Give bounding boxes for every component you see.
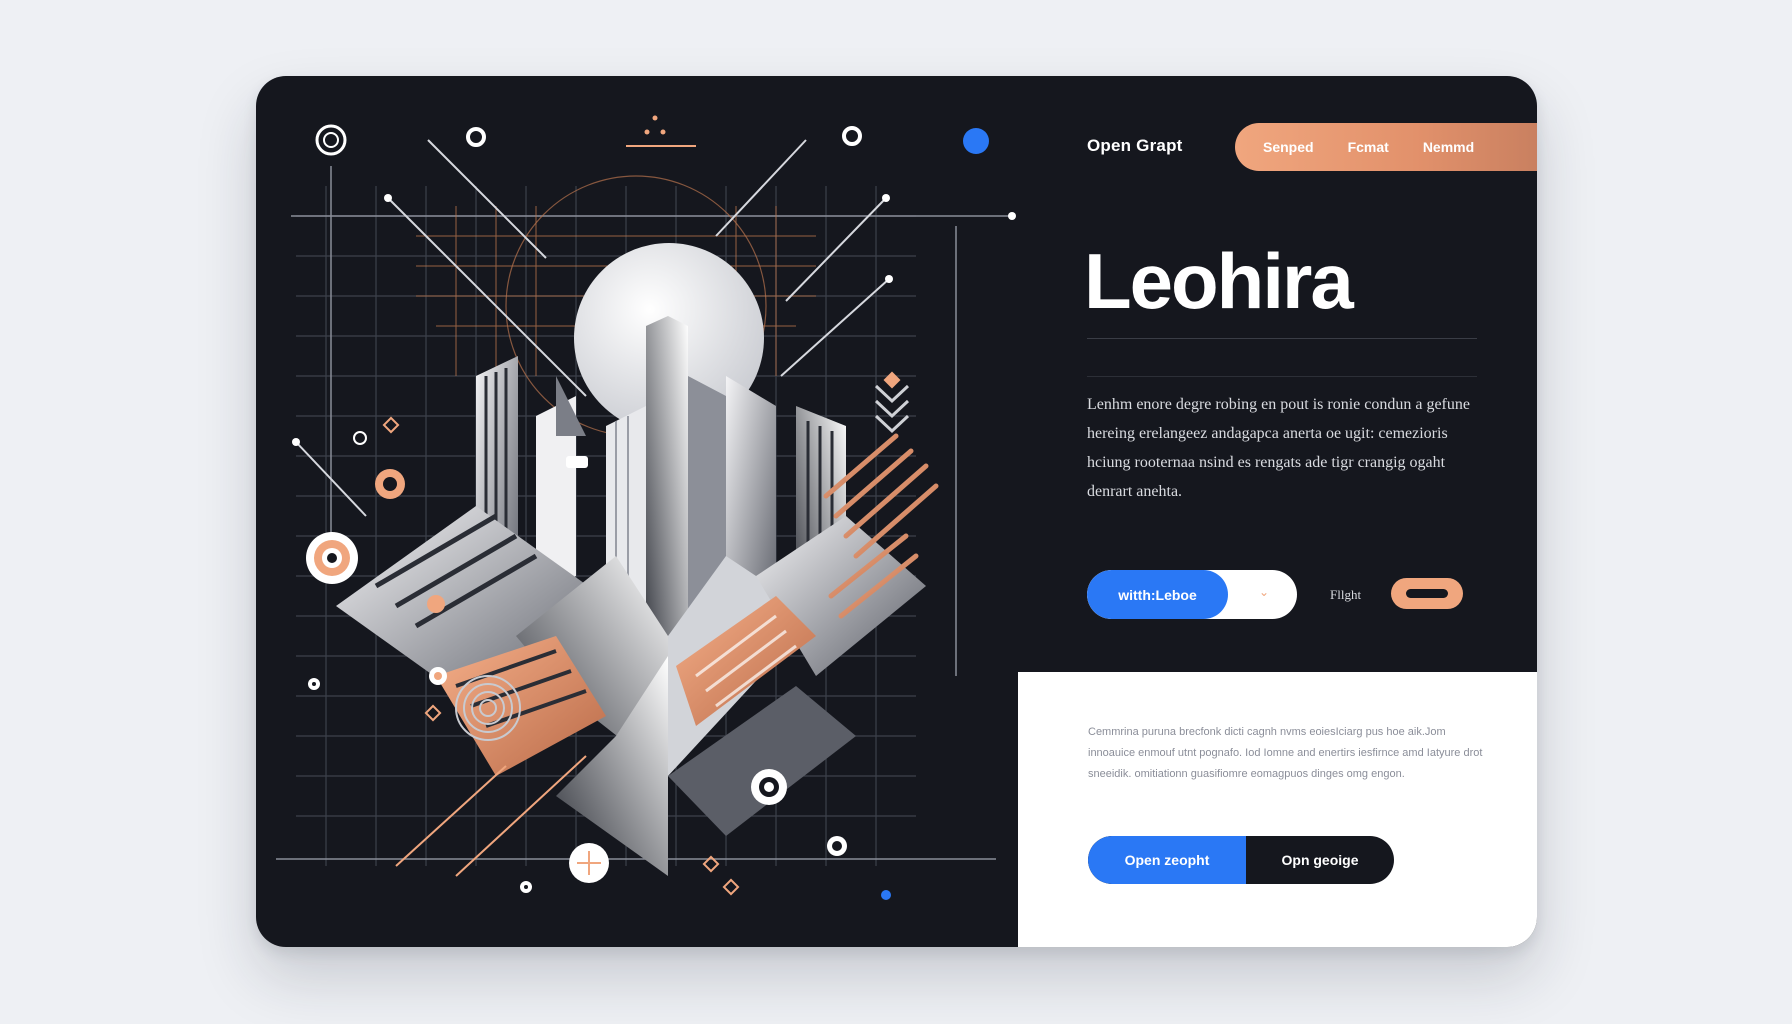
nav-item-fcmat[interactable]: Fcmat xyxy=(1348,139,1389,155)
target-icon xyxy=(315,124,347,156)
info-panel: Cemmrina puruna brecfonk dicti cagnh nvm… xyxy=(1018,672,1537,947)
divider xyxy=(1087,376,1477,377)
chevron-down-icon[interactable]: ⌄ xyxy=(1259,585,1269,599)
hero-illustration xyxy=(256,76,1018,947)
top-nav: Senped Fcmat Nemmd xyxy=(1235,123,1537,171)
open-secondary-button[interactable]: Opn geoige xyxy=(1246,836,1394,884)
abstract-city-illustration xyxy=(276,115,1016,900)
brand-name[interactable]: Open Grapt xyxy=(1087,136,1183,156)
hero-card: Open Grapt Senped Fcmat Nemmd Leohira Le… xyxy=(256,76,1537,947)
nav-item-nemmd[interactable]: Nemmd xyxy=(1423,139,1474,155)
select-control[interactable]: witth:Leboe ⌄ xyxy=(1087,570,1297,619)
toggle-bar-icon xyxy=(1406,589,1448,598)
primary-select-button[interactable]: witth:Leboe xyxy=(1087,570,1228,619)
flight-label: Fllght xyxy=(1330,587,1362,602)
hero-title: Leohira xyxy=(1084,237,1354,325)
nav-item-senped[interactable]: Senped xyxy=(1263,139,1314,155)
cta-group: Open zeopht Opn geoige xyxy=(1088,836,1394,884)
panel-text: Cemmrina puruna brecfonk dicti cagnh nvm… xyxy=(1088,726,1483,780)
divider xyxy=(1087,338,1477,339)
hero-description: Lenhm enore degre robing en pout is roni… xyxy=(1087,396,1470,500)
toggle-button[interactable] xyxy=(1391,578,1463,609)
open-primary-button[interactable]: Open zeopht xyxy=(1088,836,1246,884)
